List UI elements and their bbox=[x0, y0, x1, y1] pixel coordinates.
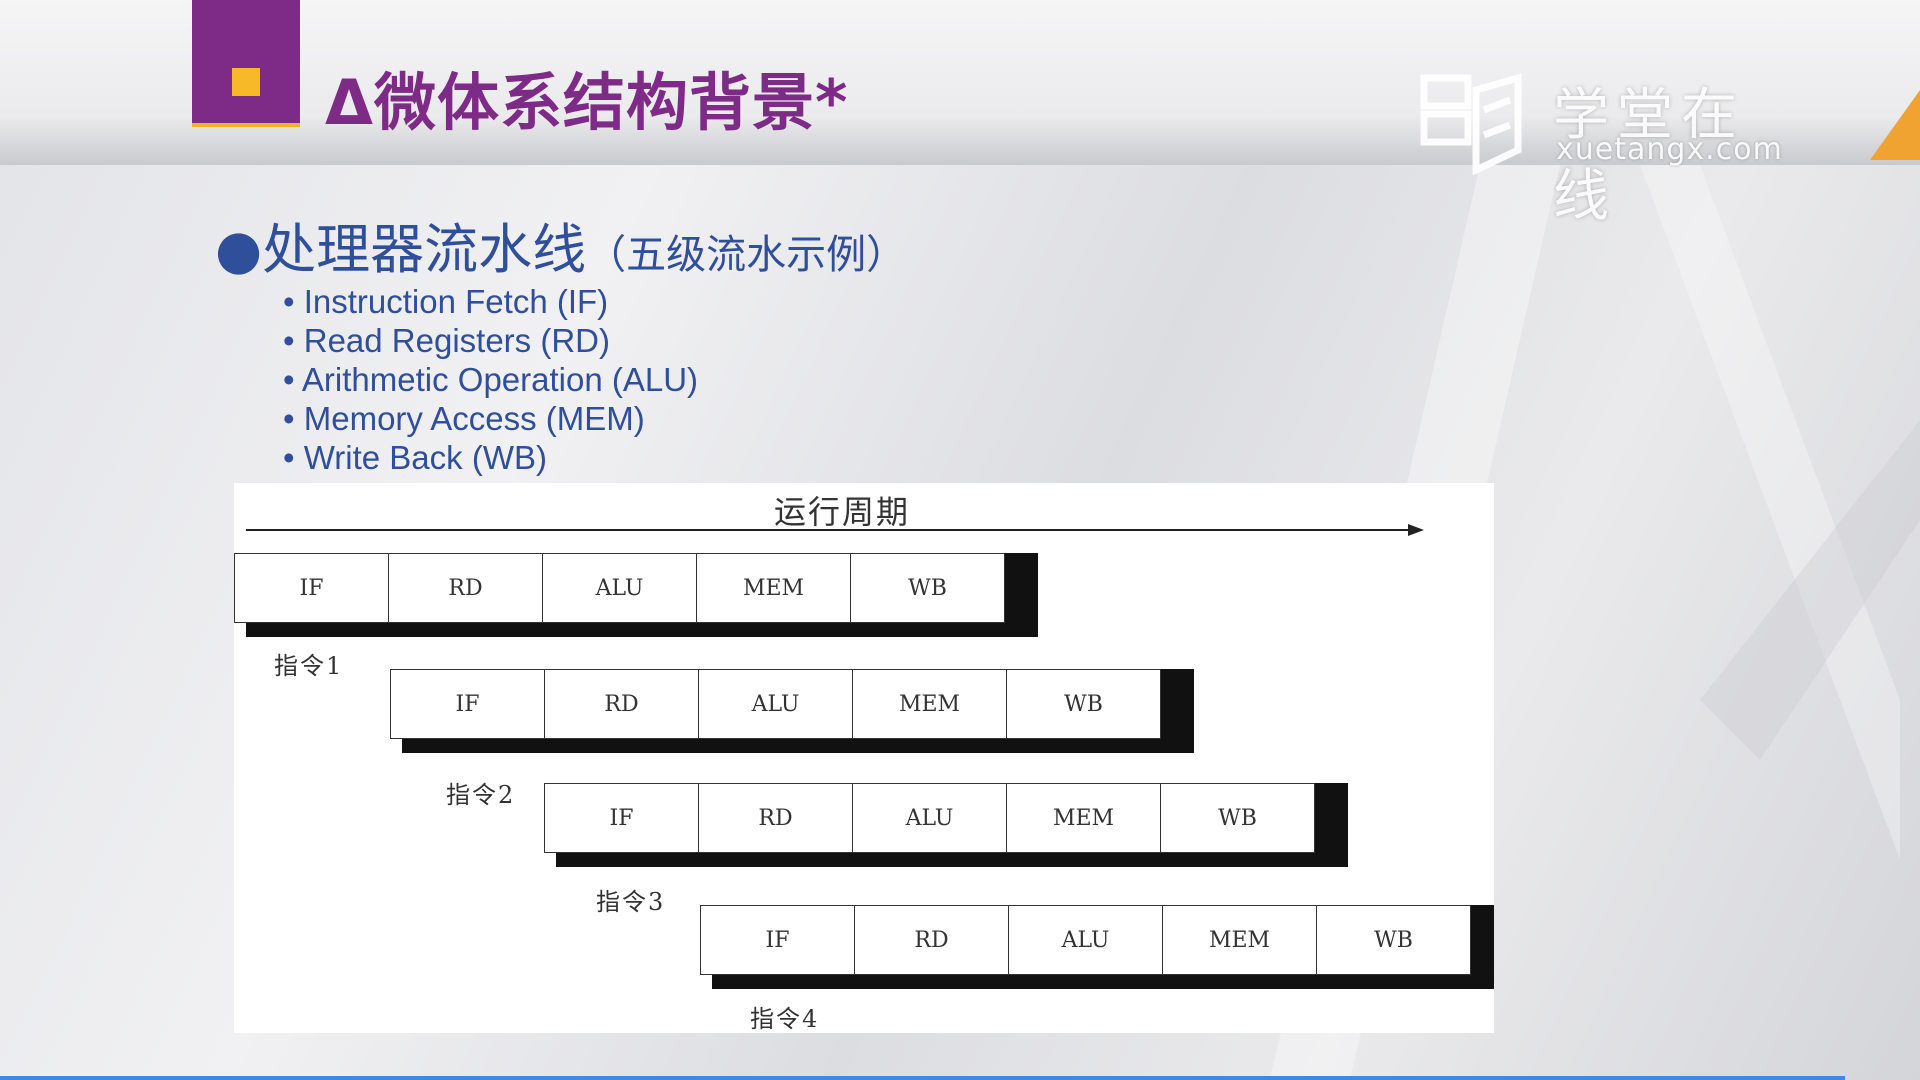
heading-sub: （五级流水示例） bbox=[586, 232, 907, 278]
heading-main: ●处理器流水线 bbox=[215, 218, 587, 281]
list-item: Read Registers (RD) bbox=[283, 321, 698, 360]
stage-cell: IF bbox=[700, 905, 855, 975]
stage-cell: ALU bbox=[1008, 905, 1163, 975]
stage-cell: MEM bbox=[852, 669, 1007, 739]
stage-cell: IF bbox=[234, 553, 389, 623]
instruction-row-4: IF RD ALU MEM WB bbox=[700, 905, 1471, 977]
stage-cell: WB bbox=[850, 553, 1005, 623]
stage-cell: ALU bbox=[698, 669, 853, 739]
instruction-label-2: 指令2 bbox=[446, 781, 516, 809]
list-item: Write Back (WB) bbox=[283, 438, 698, 477]
corner-accent bbox=[1870, 90, 1920, 160]
title-square-icon bbox=[232, 68, 260, 96]
stage-cell: WB bbox=[1160, 783, 1315, 853]
stage-cell: MEM bbox=[1006, 783, 1161, 853]
slide-title: Δ微体系结构背景* bbox=[325, 66, 849, 139]
stage-cell: WB bbox=[1316, 905, 1471, 975]
arrow-head-icon bbox=[1408, 524, 1424, 536]
stage-cell: RD bbox=[698, 783, 853, 853]
logo-url: xuetangx.com bbox=[1556, 132, 1783, 167]
stage-cell: IF bbox=[390, 669, 545, 739]
stage-cell: RD bbox=[388, 553, 543, 623]
list-item: Memory Access (MEM) bbox=[283, 399, 698, 438]
stage-cell: IF bbox=[544, 783, 699, 853]
time-axis-line bbox=[246, 529, 1411, 531]
title-accent-block bbox=[192, 0, 300, 127]
list-item: Instruction Fetch (IF) bbox=[283, 282, 698, 321]
instruction-label-4: 指令4 bbox=[750, 1005, 820, 1033]
instruction-row-3: IF RD ALU MEM WB bbox=[544, 783, 1315, 855]
stage-list: Instruction Fetch (IF) Read Registers (R… bbox=[283, 282, 698, 477]
list-item: Arithmetic Operation (ALU) bbox=[283, 360, 698, 399]
stage-cell: WB bbox=[1006, 669, 1161, 739]
instruction-row-2: IF RD ALU MEM WB bbox=[390, 669, 1161, 741]
progress-bar bbox=[0, 1076, 1845, 1080]
stage-cell: RD bbox=[854, 905, 1009, 975]
pipeline-diagram: 运行周期 IF RD ALU MEM WB 指令1 IF RD ALU MEM … bbox=[234, 483, 1494, 1033]
axis-label: 运行周期 bbox=[774, 493, 911, 531]
stage-cell: MEM bbox=[696, 553, 851, 623]
stage-cell: ALU bbox=[542, 553, 697, 623]
stage-cell: ALU bbox=[852, 783, 1007, 853]
xuetangx-logo: 学堂在线 xuetangx.com bbox=[1418, 70, 1808, 229]
instruction-label-3: 指令3 bbox=[596, 888, 666, 916]
stage-cell: MEM bbox=[1162, 905, 1317, 975]
book-icon bbox=[1420, 73, 1522, 175]
stage-cell: RD bbox=[544, 669, 699, 739]
instruction-row-1: IF RD ALU MEM WB bbox=[234, 553, 1005, 625]
instruction-label-1: 指令1 bbox=[274, 652, 344, 680]
section-heading: ●处理器流水线（五级流水示例） bbox=[215, 205, 906, 284]
